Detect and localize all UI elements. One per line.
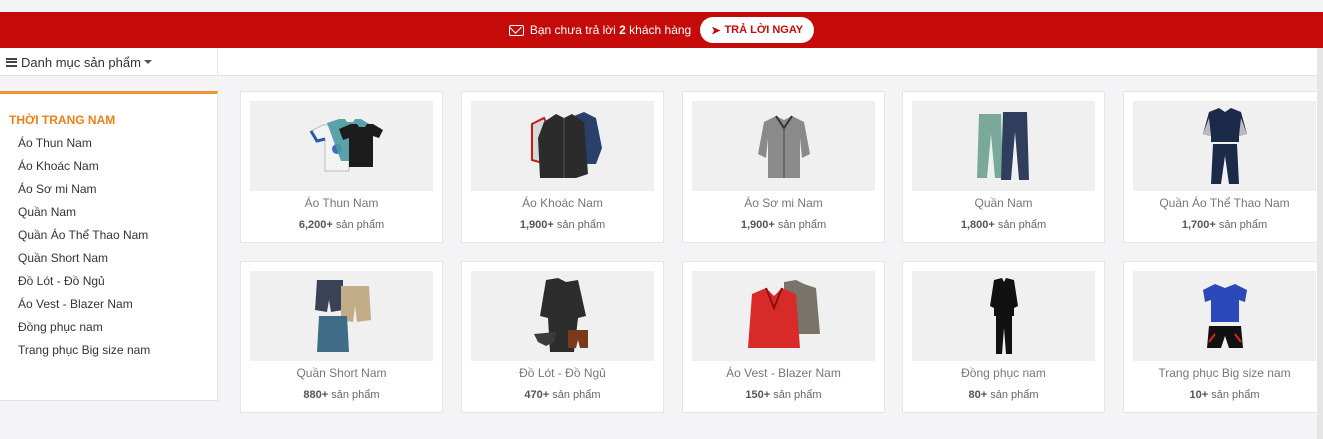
category-title[interactable]: Áo Thun Nam — [241, 196, 442, 210]
shorts-icon — [314, 280, 371, 352]
category-card[interactable]: Đồ Lót - Đồ Ngủ 470+ sản phẩm — [461, 261, 664, 413]
pants-icon — [976, 112, 1029, 180]
jacket-icon — [530, 112, 602, 178]
caret-down-icon — [143, 60, 152, 64]
category-title[interactable]: Áo Vest - Blazer Nam — [683, 366, 884, 380]
product-image — [1133, 271, 1316, 361]
product-image — [250, 101, 433, 191]
paper-plane-icon: ➤ — [711, 24, 721, 37]
category-title[interactable]: Áo Khoác Nam — [462, 196, 663, 210]
product-image — [250, 271, 433, 361]
product-image — [912, 101, 1095, 191]
sidebar-item-ao-khoac-nam[interactable]: Áo Khoác Nam — [18, 158, 150, 181]
sidebar-heading[interactable]: THỜI TRANG NAM — [9, 113, 115, 127]
envelope-icon — [508, 24, 524, 36]
sidebar-item-quan-short-nam[interactable]: Quần Short Nam — [18, 250, 150, 273]
category-card[interactable]: Áo Khoác Nam 1,900+ sản phẩm — [461, 91, 664, 243]
blazer-icon — [747, 280, 820, 348]
category-card[interactable]: Quần Short Nam 880+ sản phẩm — [240, 261, 443, 413]
product-image — [692, 271, 875, 361]
category-bar: Danh mục sản phẩm — [0, 48, 1323, 76]
product-image — [1133, 101, 1316, 191]
category-count: 470+ sản phẩm — [524, 389, 601, 401]
sidebar-list: Áo Thun Nam Áo Khoác Nam Áo Sơ mi Nam Qu… — [18, 135, 150, 365]
category-title[interactable]: Quần Nam — [903, 196, 1104, 210]
category-card[interactable]: Áo Sơ mi Nam 1,900+ sản phẩm — [682, 91, 885, 243]
sidebar-item-quan-ao-the-thao-nam[interactable]: Quần Áo Thể Thao Nam — [18, 227, 150, 250]
category-card[interactable]: Trang phục Big size nam 10+ sản phẩm — [1123, 261, 1323, 413]
category-card[interactable]: Quần Nam 1,800+ sản phẩm — [902, 91, 1105, 243]
product-image — [692, 101, 875, 191]
category-title[interactable]: Quần Áo Thể Thao Nam — [1124, 196, 1323, 210]
tshirt-icon — [309, 119, 383, 172]
shirt-icon — [757, 115, 810, 178]
category-count: 80+ sản phẩm — [968, 389, 1039, 401]
sidebar-item-ao-thun-nam[interactable]: Áo Thun Nam — [18, 135, 150, 158]
category-title[interactable]: Áo Sơ mi Nam — [683, 196, 884, 210]
category-menu-label: Danh mục sản phẩm — [21, 54, 141, 70]
category-count: 1,700+ sản phẩm — [1181, 219, 1268, 231]
sidebar-item-ao-vest-blazer-nam[interactable]: Áo Vest - Blazer Nam — [18, 296, 150, 319]
category-sidebar: THỜI TRANG NAM Áo Thun Nam Áo Khoác Nam … — [0, 91, 218, 401]
sidebar-item-dong-phuc-nam[interactable]: Đồng phục nam — [18, 319, 150, 342]
sport-kit-icon — [1202, 284, 1247, 348]
sidebar-item-quan-nam[interactable]: Quần Nam — [18, 204, 150, 227]
category-title[interactable]: Đồ Lót - Đồ Ngủ — [462, 366, 663, 380]
category-count: 1,900+ sản phẩm — [740, 219, 827, 231]
category-card[interactable]: Đồng phục nam 80+ sản phẩm — [902, 261, 1105, 413]
category-card[interactable]: Quần Áo Thể Thao Nam 1,700+ sản phẩm — [1123, 91, 1323, 243]
category-title[interactable]: Đồng phục nam — [903, 366, 1104, 380]
tracksuit-icon — [1202, 108, 1247, 184]
product-image — [471, 101, 654, 191]
sidebar-item-do-lot-do-ngu[interactable]: Đồ Lót - Đồ Ngủ — [18, 273, 150, 296]
category-count: 880+ sản phẩm — [303, 389, 380, 401]
sidebar-item-big-size-nam[interactable]: Trang phục Big size nam — [18, 342, 150, 365]
category-count: 150+ sản phẩm — [745, 389, 822, 401]
page-scrollbar[interactable] — [1317, 48, 1323, 439]
category-count: 1,800+ sản phẩm — [960, 219, 1047, 231]
reply-now-label: TRẢ LỜI NGAY — [724, 24, 804, 36]
category-count: 6,200+ sản phẩm — [298, 219, 385, 231]
product-image — [471, 271, 654, 361]
notification-message: Bạn chưa trả lời 2 khách hàng — [529, 23, 692, 37]
category-title[interactable]: Quần Short Nam — [241, 366, 442, 380]
reply-now-button[interactable]: ➤ TRẢ LỜI NGAY — [700, 17, 815, 43]
product-image — [912, 271, 1095, 361]
category-card[interactable]: Áo Vest - Blazer Nam 150+ sản phẩm — [682, 261, 885, 413]
underwear-icon — [533, 278, 588, 352]
uniform-icon — [989, 278, 1018, 354]
category-title[interactable]: Trang phục Big size nam — [1124, 366, 1323, 380]
category-count: 10+ sản phẩm — [1189, 389, 1260, 401]
sidebar-item-ao-so-mi-nam[interactable]: Áo Sơ mi Nam — [18, 181, 150, 204]
category-card[interactable]: Áo Thun Nam 6,200+ sản phẩm — [240, 91, 443, 243]
notification-bar: Bạn chưa trả lời 2 khách hàng ➤ TRẢ LỜI … — [0, 12, 1323, 48]
category-menu-button[interactable]: Danh mục sản phẩm — [0, 48, 218, 76]
hamburger-icon — [6, 57, 17, 67]
category-count: 1,900+ sản phẩm — [519, 219, 606, 231]
